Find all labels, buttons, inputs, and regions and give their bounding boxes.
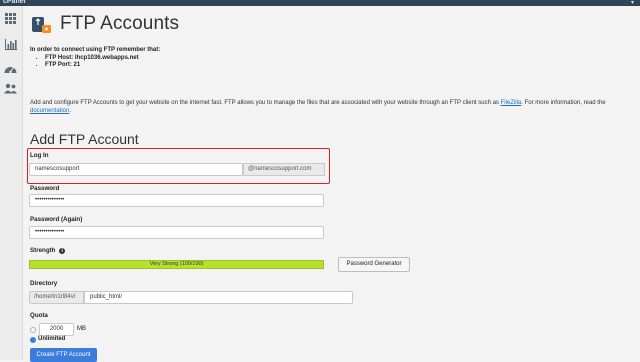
add-ftp-account-heading: Add FTP Account — [30, 131, 139, 147]
directory-label: Directory — [30, 280, 58, 287]
dashboard-gauge-icon[interactable] — [4, 62, 17, 75]
ftp-connection-info: In order to connect using FTP remember t… — [30, 47, 160, 70]
documentation-link[interactable]: documentation — [30, 108, 69, 114]
login-input[interactable]: namescosupport — [29, 163, 243, 176]
page-header: FTP Accounts — [30, 11, 179, 37]
domain-suffix: @namescosupport.com — [243, 163, 325, 176]
directory-input[interactable]: public_html/ — [84, 291, 353, 304]
info-icon[interactable]: i — [59, 248, 66, 254]
quota-unlimited-radio[interactable] — [30, 337, 36, 343]
quota-unit: MB — [77, 326, 86, 332]
stats-chart-icon[interactable] — [4, 38, 17, 51]
ftp-host: FTP Host: lhcp1036.webapps.net — [45, 55, 160, 63]
quota-label: Quota — [30, 312, 48, 319]
strength-label: Strength i — [30, 247, 66, 254]
login-label: Log In — [30, 152, 49, 159]
unlimited-label: Unlimited — [38, 336, 66, 342]
sidebar — [0, 6, 23, 360]
password-again-label: Password (Again) — [30, 216, 83, 223]
page-title: FTP Accounts — [60, 13, 180, 34]
directory-prefix: /home/tn1rl84v/ — [29, 291, 84, 304]
password-label: Password — [30, 185, 60, 192]
connection-info-list: FTP Host: lhcp1036.webapps.net FTP Port:… — [30, 55, 160, 70]
password-strength-meter: Very Strong (100/100) — [29, 260, 324, 269]
password-input[interactable]: •••••••••••••• — [29, 194, 324, 207]
ftp-port: FTP Port: 21 — [45, 62, 160, 70]
password-again-input[interactable]: •••••••••••••• — [29, 226, 324, 239]
page-description: Add and configure FTP Accounts to get yo… — [30, 100, 606, 114]
quota-input[interactable]: 2000 — [39, 323, 74, 336]
cpanel-logo[interactable]: cPanel — [3, 0, 26, 5]
home-grid-icon[interactable] — [4, 12, 17, 25]
quota-limited-radio[interactable] — [30, 327, 36, 333]
ftp-accounts-icon — [30, 13, 52, 35]
connection-note-heading: In order to connect using FTP remember t… — [30, 47, 161, 53]
password-generator-button[interactable]: Password Generator — [338, 257, 410, 272]
main-content: FTP Accounts In order to connect using F… — [27, 6, 634, 362]
filezilla-link[interactable]: FileZilla — [501, 100, 522, 106]
users-icon[interactable] — [4, 82, 17, 95]
